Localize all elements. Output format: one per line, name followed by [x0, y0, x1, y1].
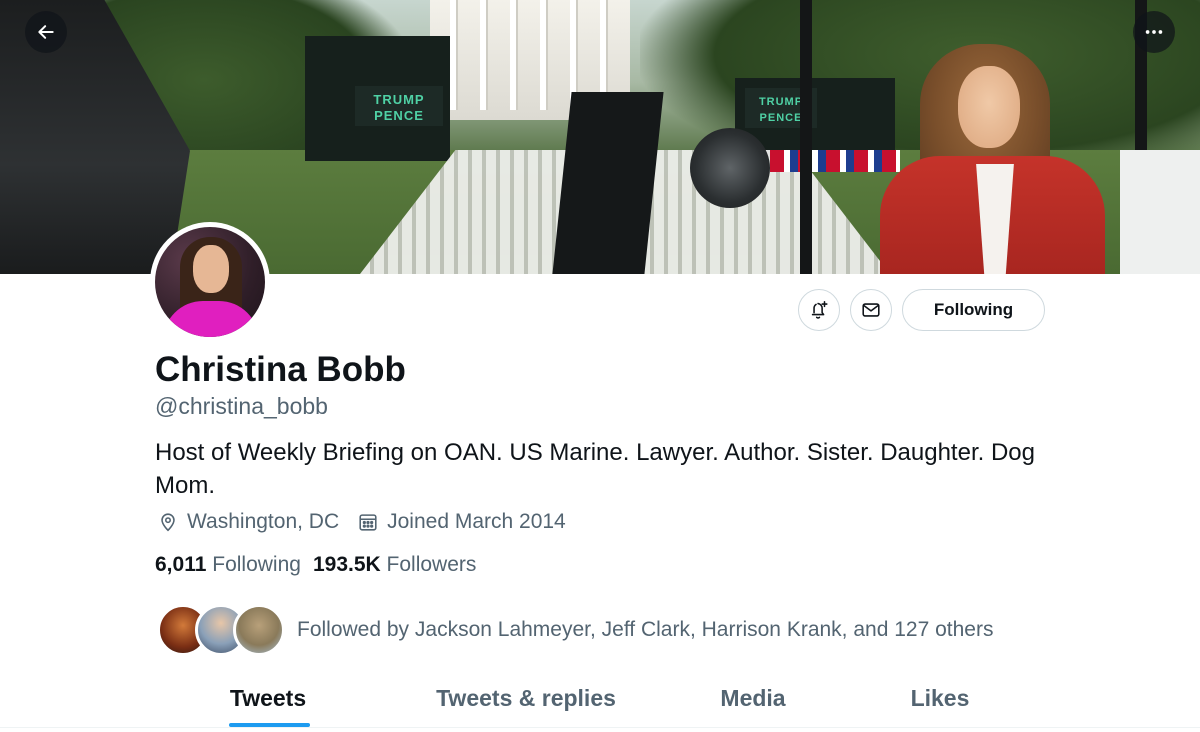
followers-stat[interactable]: 193.5K Followers — [313, 553, 476, 577]
following-label: Following — [212, 553, 301, 576]
following-button[interactable]: Following — [902, 289, 1045, 331]
avatar-photo — [155, 227, 265, 337]
following-stat[interactable]: 6,011 Following — [155, 553, 301, 577]
followed-by[interactable]: Followed by Jackson Lahmeyer, Jeff Clark… — [157, 604, 993, 656]
bell-plus-icon — [811, 300, 828, 319]
tab-tweets[interactable]: Tweets — [188, 668, 348, 728]
location-item: Washington, DC — [157, 510, 339, 534]
tab-tweets-and-replies[interactable]: Tweets & replies — [400, 668, 652, 728]
banner-screen — [1120, 150, 1200, 274]
profile-meta: Washington, DC Joined March 2014 — [157, 510, 584, 534]
profile-stats: 6,011 Following 193.5K Followers — [155, 553, 488, 577]
profile-handle: @christina_bobb — [155, 393, 328, 419]
banner-person — [880, 44, 1105, 274]
followed-by-text[interactable]: Followed by Jackson Lahmeyer, Jeff Clark… — [297, 618, 993, 642]
back-button[interactable] — [25, 11, 67, 53]
profile-bio: Host of Weekly Briefing on OAN. US Marin… — [155, 439, 1035, 499]
tab-likes[interactable]: Likes — [870, 668, 1010, 728]
profile-avatar[interactable] — [150, 222, 270, 342]
message-button[interactable] — [850, 289, 892, 331]
avatar — [233, 604, 285, 656]
tab-media[interactable]: Media — [680, 668, 826, 728]
profile-name: Christina Bobb — [155, 350, 406, 389]
followers-you-know-avatars — [157, 604, 287, 656]
envelope-icon — [862, 303, 880, 317]
location-pin-icon — [161, 513, 175, 532]
joined-text: Joined March 2014 — [387, 510, 566, 533]
profile-tabs: Tweets Tweets & replies Media Likes — [0, 668, 1200, 728]
joined-item: Joined March 2014 — [357, 510, 566, 534]
banner-stage-light — [690, 128, 770, 208]
more-options-button[interactable] — [1133, 11, 1175, 53]
followers-count: 193.5K — [312, 553, 381, 576]
banner-sign-left: TRUMP PENCE — [355, 86, 443, 126]
active-tab-indicator — [229, 723, 310, 727]
arrow-left-icon — [38, 25, 54, 39]
banner-stage-left: TRUMP PENCE — [305, 36, 450, 161]
notifications-button[interactable] — [798, 289, 840, 331]
banner-pole — [800, 0, 812, 274]
followers-label: Followers — [386, 553, 477, 576]
location-text: Washington, DC — [187, 510, 340, 533]
banner-light-panel — [552, 92, 664, 274]
calendar-icon — [359, 514, 377, 531]
following-count: 6,011 — [155, 553, 207, 576]
more-horizontal-icon — [1145, 30, 1163, 34]
